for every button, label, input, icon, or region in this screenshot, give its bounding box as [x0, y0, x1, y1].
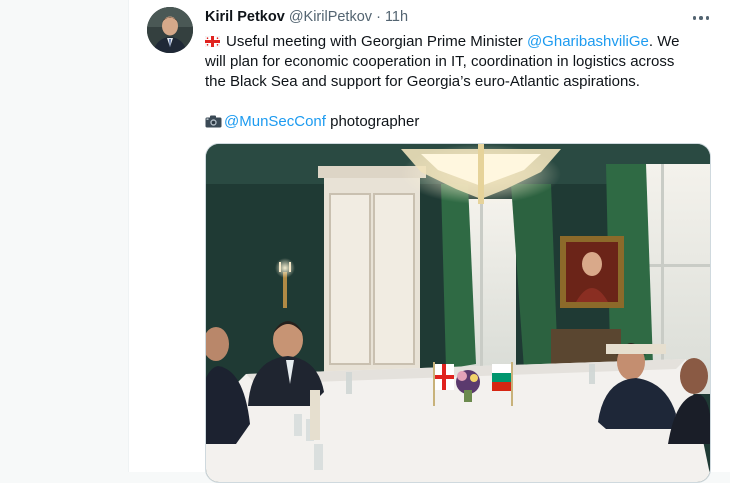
- more-options-button[interactable]: [689, 8, 713, 28]
- author-name[interactable]: Kiril Petkov: [205, 9, 285, 25]
- avatar[interactable]: [147, 7, 193, 53]
- tweet-text: Useful meeting with Georgian Prime Minis…: [205, 32, 685, 132]
- header-separator: ·: [376, 9, 381, 25]
- georgia-flag-icon: [205, 36, 220, 47]
- credit-suffix: photographer: [325, 113, 420, 130]
- more-dot: [705, 16, 710, 20]
- meeting-photo: [206, 144, 710, 482]
- more-horizontal-icon: [692, 16, 697, 20]
- tweet-header: Kiril Petkov @KirilPetkov · 11h: [205, 9, 408, 25]
- author-handle[interactable]: @KirilPetkov: [289, 9, 372, 25]
- mention-gharibashvili[interactable]: @GharibashviliGe: [527, 33, 649, 50]
- more-dot: [699, 16, 703, 20]
- mention-munsecconf[interactable]: @MunSecConf: [224, 113, 326, 130]
- photo-credit: @MunSecConf photographer: [205, 112, 685, 132]
- left-column: [0, 0, 128, 472]
- camera-icon: [205, 115, 222, 128]
- tweet-body: Useful meeting with Georgian Prime Minis…: [205, 32, 685, 92]
- tweet-text-part1: Useful meeting with Georgian Prime Minis…: [226, 33, 527, 50]
- tweet-card[interactable]: Kiril Petkov @KirilPetkov · 11h Useful m…: [128, 0, 730, 483]
- tweet-photo[interactable]: [205, 143, 711, 483]
- timestamp[interactable]: 11h: [385, 9, 408, 25]
- chandelier: [401, 144, 561, 204]
